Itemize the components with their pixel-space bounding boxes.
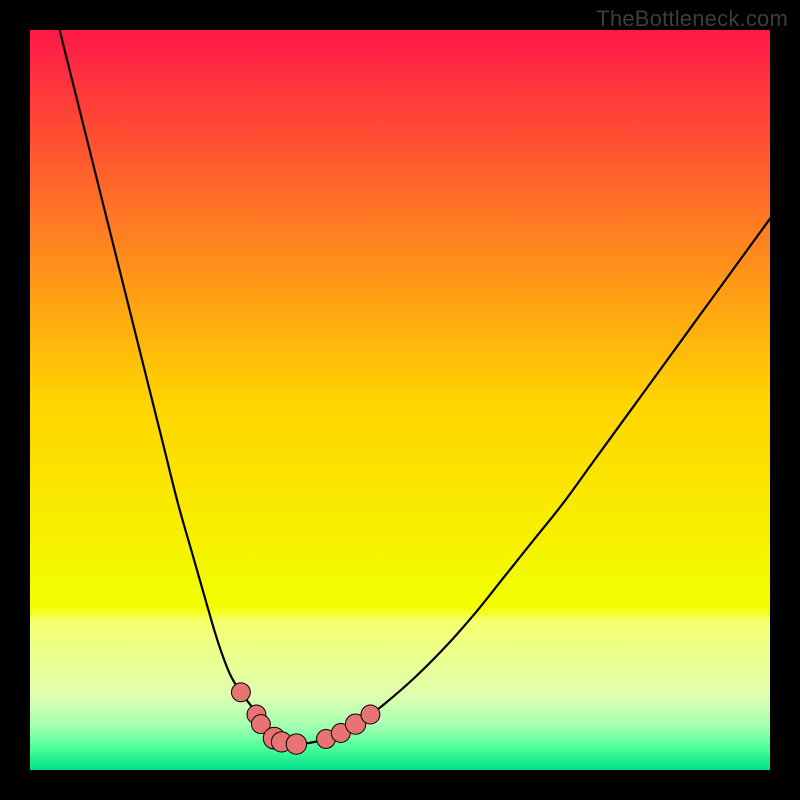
curve-layer (30, 30, 770, 770)
watermark-text: TheBottleneck.com (596, 6, 788, 32)
chart-frame: TheBottleneck.com (0, 0, 800, 800)
data-marker (361, 705, 380, 724)
data-marker (231, 683, 250, 702)
left-branch-curve (60, 30, 297, 744)
plot-area (30, 30, 770, 770)
marker-group (231, 683, 379, 754)
right-branch-curve (296, 219, 770, 744)
data-marker (286, 734, 306, 754)
